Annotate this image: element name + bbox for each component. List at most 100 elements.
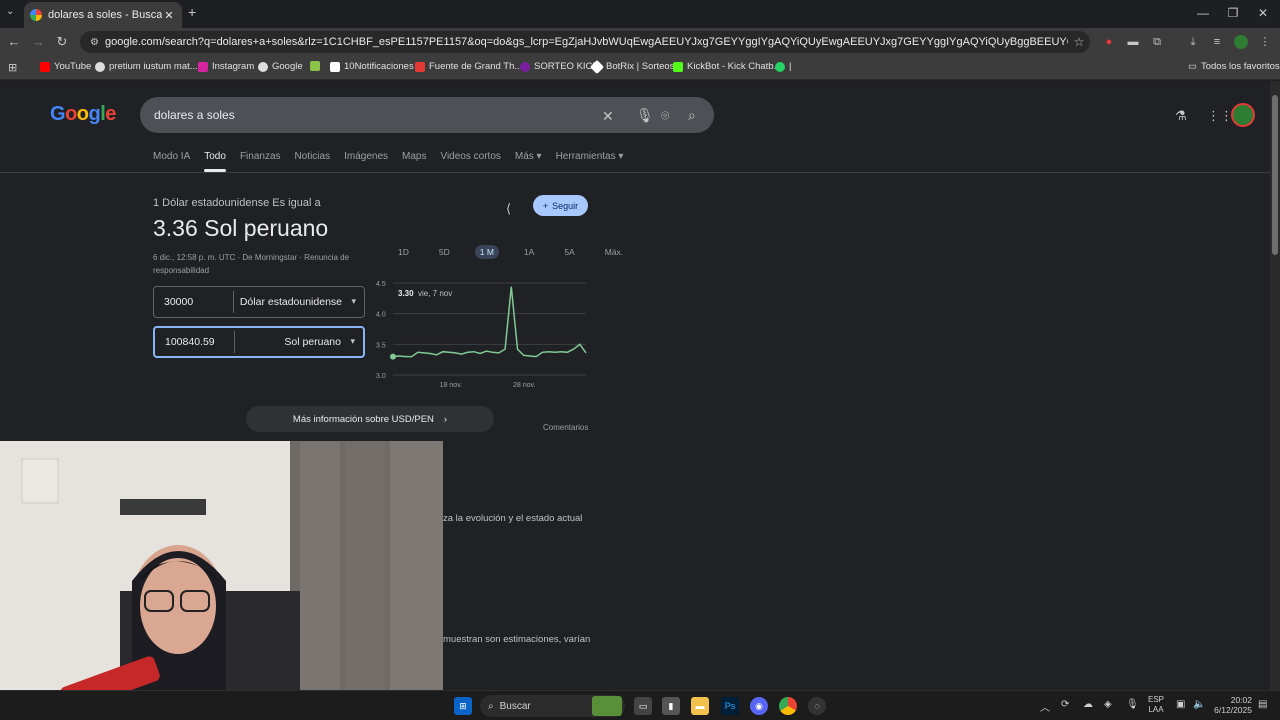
more-info-button[interactable]: Más información sobre USD/PEN › [246, 406, 494, 432]
tab-title: dolares a soles - Buscar con Go [48, 9, 162, 21]
share-icon[interactable]: ⟨ [506, 201, 511, 217]
bookmark-10notificaciones[interactable]: 10Notificaciones [330, 61, 414, 72]
file-explorer-icon[interactable]: ▬ [691, 697, 709, 715]
all-bookmarks-label: Todos los favoritos [1200, 61, 1280, 72]
bookmark-google[interactable]: Google [258, 61, 303, 72]
apps-grid-icon[interactable]: ⋮⋮ [1207, 108, 1233, 124]
browser-tab[interactable]: dolares a soles - Buscar con Go ✕ [24, 2, 182, 28]
labs-flask-icon[interactable]: ⚗ [1175, 108, 1187, 124]
search-query: dolares a soles [154, 108, 235, 122]
range-5a[interactable]: 5A [559, 245, 579, 259]
from-currency-select[interactable]: Dólar estadounidense [234, 296, 364, 308]
apps-grid-icon[interactable]: ⊞ [8, 61, 17, 74]
page-scrollbar[interactable] [1270, 81, 1280, 690]
app-icon[interactable]: ◌ [808, 697, 826, 715]
bookmark-whatsapp[interactable]: | [775, 61, 791, 72]
range-1m[interactable]: 1 M [474, 245, 499, 259]
tray-sync-icon[interactable]: ⟳ [1061, 699, 1069, 710]
tab-search-icon[interactable]: ⌄ [6, 6, 14, 17]
reading-list-icon[interactable]: ≡ [1210, 35, 1224, 49]
all-bookmarks[interactable]: ▭ Todos los favoritos [1188, 61, 1280, 72]
chart-y-ticks: 4.5 4.0 3.5 3.0 [376, 281, 386, 380]
avatar[interactable] [1231, 103, 1255, 127]
x-icon [330, 61, 340, 72]
tab-noticias[interactable]: Noticias [295, 151, 331, 162]
to-currency-select[interactable]: Sol peruano [235, 336, 363, 348]
close-icon[interactable]: ✕ [162, 9, 176, 22]
tray-app-icon[interactable]: ◈ [1104, 699, 1112, 710]
lens-icon[interactable]: ⌾ [661, 107, 669, 124]
range-max[interactable]: Máx. [600, 245, 628, 259]
tab-imagenes[interactable]: Imágenes [344, 151, 388, 162]
tab-videos-cortos[interactable]: Videos cortos [440, 151, 500, 162]
tray-cloud-icon[interactable]: ☁ [1083, 699, 1093, 710]
bookmark-instagram[interactable]: Instagram [198, 61, 254, 72]
range-1d[interactable]: 1D [393, 245, 414, 259]
forward-icon[interactable]: → [28, 34, 48, 49]
network-icon[interactable]: ▣ [1176, 699, 1185, 710]
language-indicator[interactable]: ESP LAA [1148, 695, 1164, 715]
bookmark-kickbot[interactable]: KickBot - Kick Chatb... [673, 61, 782, 72]
tab-maps[interactable]: Maps [402, 151, 426, 162]
app-icon[interactable]: ▮ [662, 697, 680, 715]
bookmark-pretium[interactable]: pretium iustum mat... [95, 61, 198, 72]
bookmark-sorteo-kick[interactable]: SORTEO KICK [520, 61, 599, 72]
address-bar[interactable]: ⚙ google.com/search?q=dolares+a+soles&rl… [80, 31, 1090, 53]
bookmark-label: SORTEO KICK [534, 61, 599, 72]
chrome-icon[interactable] [779, 697, 797, 715]
bookmark-fuente[interactable]: Fuente de Grand Th... [415, 61, 522, 72]
photoshop-icon[interactable]: Ps [721, 697, 739, 715]
new-tab-icon[interactable]: + [188, 4, 196, 20]
menu-kebab-icon[interactable]: ⋮ [1258, 35, 1272, 49]
x-tick-label: 18 nov. [440, 382, 462, 389]
extensions-puzzle-icon[interactable]: ⧉ [1150, 35, 1164, 49]
nav-divider [0, 172, 1270, 173]
extension-shield-icon[interactable]: ● [1102, 35, 1116, 49]
clear-icon[interactable]: ✕ [602, 108, 614, 125]
reload-icon[interactable]: ↻ [52, 34, 72, 50]
tray-chevron-icon[interactable]: ︿ [1040, 699, 1050, 714]
from-amount-input[interactable]: 30000 [154, 291, 234, 313]
to-amount-input[interactable]: 100840.59 [155, 331, 235, 353]
bookmark-label: | [789, 61, 792, 72]
scrollbar-thumb[interactable] [1272, 95, 1278, 255]
profile-avatar-icon[interactable] [1234, 35, 1248, 49]
back-icon[interactable]: ← [4, 34, 24, 49]
extension-box-icon[interactable]: ▬ [1126, 35, 1140, 49]
task-view-icon[interactable]: ▭ [634, 697, 652, 715]
tray-mic-icon[interactable]: 🎙 [1126, 699, 1139, 710]
tab-finanzas[interactable]: Finanzas [240, 151, 281, 162]
window-close-icon[interactable]: ✕ [1248, 6, 1278, 20]
range-1a[interactable]: 1A [519, 245, 539, 259]
follow-button[interactable]: + Seguir [533, 195, 588, 216]
search-input[interactable]: dolares a soles [140, 97, 714, 133]
clock[interactable]: 20:02 6/12/2025 [1212, 695, 1252, 715]
tab-herramientas[interactable]: Herramientas ▾ [556, 151, 624, 162]
maximize-icon[interactable]: ❐ [1218, 6, 1248, 20]
volume-icon[interactable]: 🔈 [1193, 699, 1205, 710]
bookmark-botrix[interactable]: BotRix | Sorteos [589, 59, 674, 74]
bookmark-label: Fuente de Grand Th... [429, 61, 523, 72]
comments-link[interactable]: Comentarios [543, 423, 588, 432]
instagram-icon [198, 61, 208, 72]
widget-image-icon[interactable] [592, 696, 622, 716]
range-5d[interactable]: 5D [434, 245, 455, 259]
mic-icon[interactable]: 🎙 [636, 107, 654, 124]
bookmark-youtube[interactable]: YouTube [40, 61, 91, 72]
minimize-icon[interactable]: — [1188, 6, 1218, 20]
site-info-icon[interactable]: ⚙ [90, 37, 99, 48]
tab-todo[interactable]: Todo [204, 151, 226, 172]
tab-modo-ia[interactable]: Modo IA [153, 151, 190, 162]
google-logo[interactable]: Google [50, 103, 116, 126]
discord-icon[interactable]: ◉ [750, 697, 768, 715]
bookmark-star-icon[interactable]: ☆ [1068, 35, 1090, 49]
windows-taskbar: ⊞ ⌕ Buscar ▭ ▮ ▬ Ps ◉ ◌ ︿ ⟳ ☁ ◈ 🎙 ESP LA… [0, 690, 1280, 720]
windows-start-icon[interactable]: ⊞ [454, 697, 472, 715]
tab-mas[interactable]: Más ▾ [515, 151, 542, 162]
download-icon[interactable]: ⤓ [1186, 35, 1200, 49]
bookmark-pinwheel[interactable] [310, 61, 324, 71]
follow-label: Seguir [552, 200, 579, 211]
exchange-rate-chart[interactable]: 4.5 4.0 3.5 3.0 18 nov. 28 nov. 3.30 vie, 7 … [372, 275, 592, 393]
notifications-icon[interactable]: ▤ [1258, 699, 1267, 710]
search-icon[interactable]: ⌕ [688, 107, 696, 124]
